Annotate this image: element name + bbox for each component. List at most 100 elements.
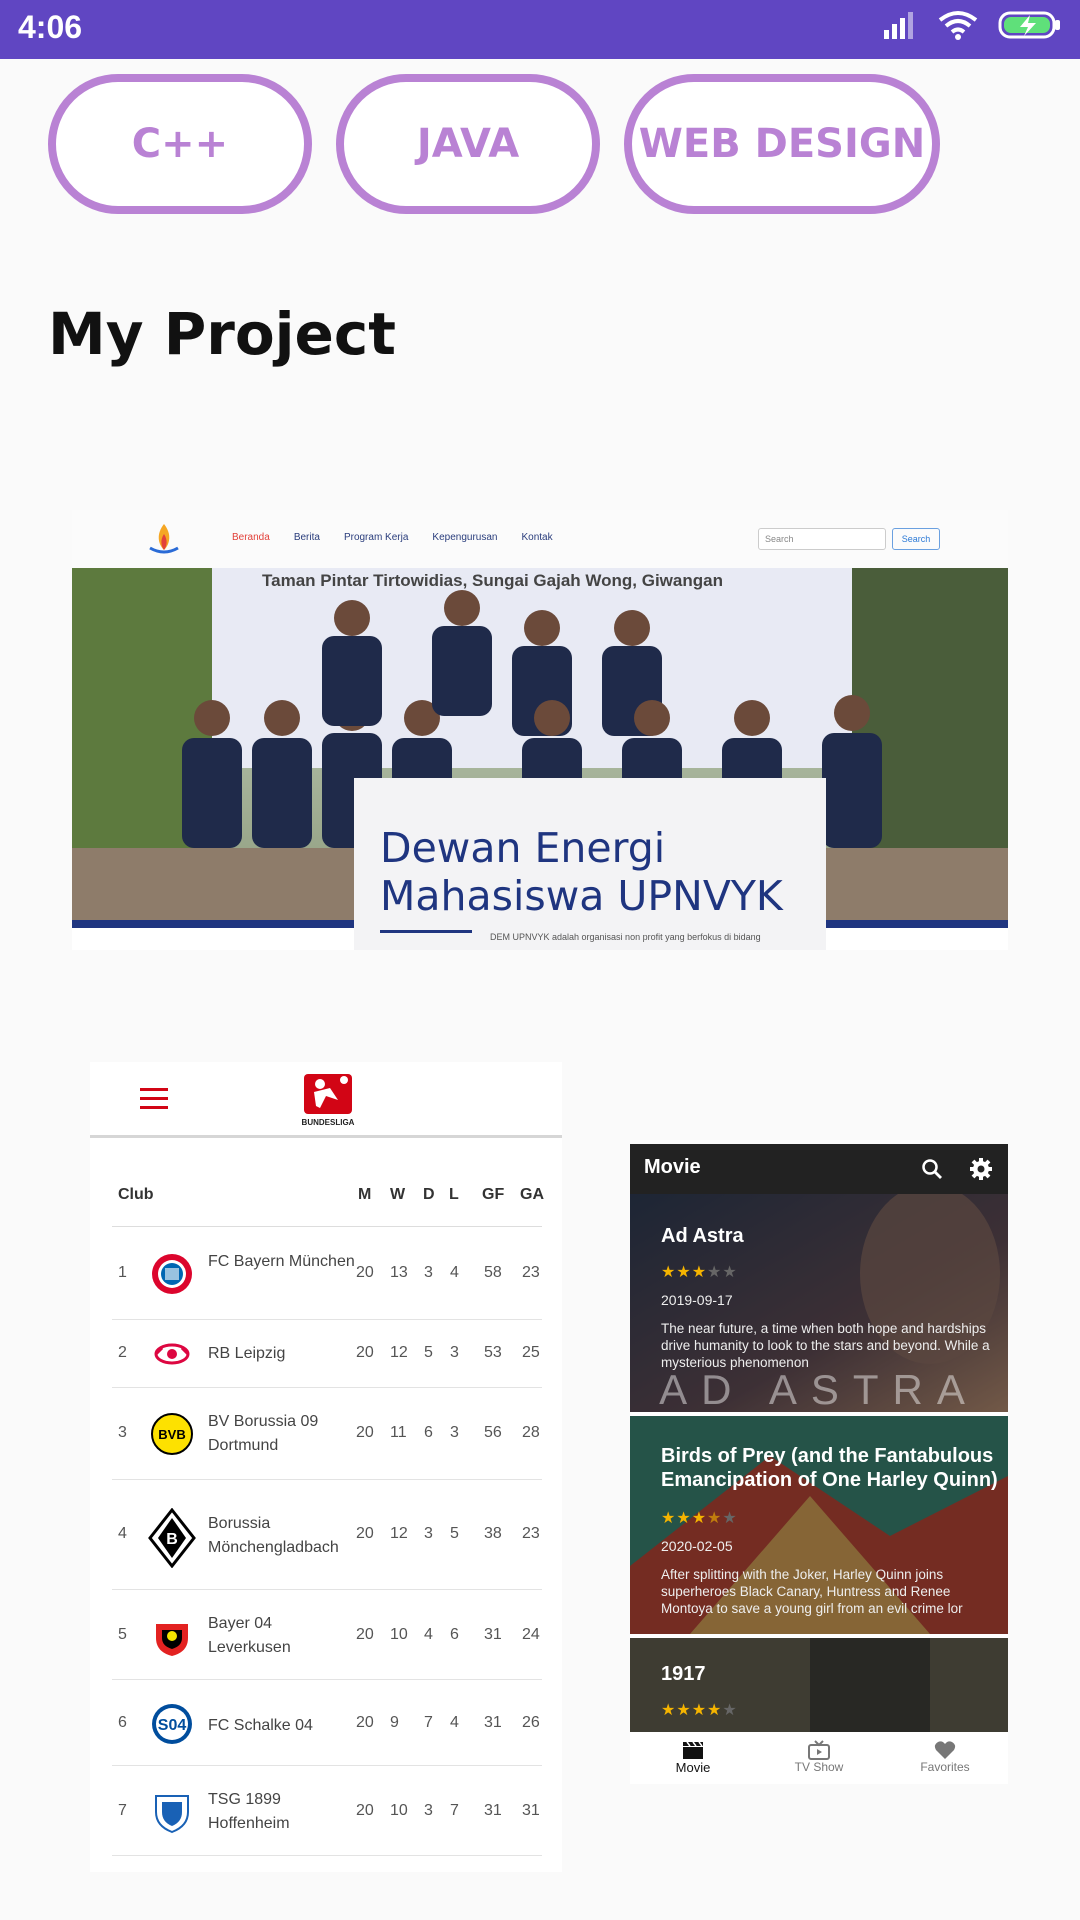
svg-text:S04: S04 — [158, 1717, 187, 1734]
w-cell: 10 — [390, 1626, 408, 1643]
battery-charging-icon — [998, 11, 1060, 39]
table-row[interactable]: 1 FC Bayern München 20 13 3 4 58 23 — [112, 1228, 542, 1320]
table-row[interactable]: 5 Bayer 04 Leverkusen 20 10 4 6 31 24 — [112, 1590, 542, 1680]
rank-cell: 5 — [118, 1626, 127, 1643]
rank-cell: 6 — [118, 1714, 127, 1731]
dortmund-crest-icon: BVB — [151, 1413, 193, 1455]
movie-card[interactable]: 1917 ★★★★★ — [630, 1638, 1008, 1732]
nav-tv-show-label: TV Show — [794, 1760, 844, 1774]
skill-pill-java[interactable]: JAVA — [336, 74, 600, 214]
l-cell: 3 — [450, 1344, 459, 1361]
wifi-icon — [938, 11, 978, 40]
rating-stars: ★★★★★ — [661, 1508, 738, 1527]
club-name: Borussia Mönchengladbach — [208, 1515, 339, 1556]
section-title: My Project — [48, 300, 396, 368]
gf-cell: 56 — [484, 1424, 502, 1441]
club-name: BV Borussia 09 Dortmund — [208, 1413, 319, 1454]
rank-cell: 7 — [118, 1802, 127, 1819]
website-navbar: Beranda Berita Program Kerja Kepengurusa… — [72, 510, 1008, 568]
w-cell: 10 — [390, 1802, 408, 1819]
nav-link-berita[interactable]: Berita — [294, 532, 320, 543]
movie-title: 1917 — [661, 1663, 706, 1685]
m-cell: 20 — [356, 1525, 374, 1542]
rating-stars: ★★★★★ — [661, 1700, 738, 1719]
m-cell: 20 — [356, 1424, 374, 1441]
gf-cell: 38 — [484, 1525, 502, 1542]
table-row[interactable]: 4 B Borussia Mönchengladbach 20 12 3 5 3… — [112, 1480, 542, 1590]
website-title-card: Dewan Energi Mahasiswa UPNVYK DEM UPNVYK… — [354, 778, 826, 950]
clapperboard-icon — [683, 1741, 703, 1759]
rank-cell: 4 — [118, 1525, 127, 1542]
l-cell: 4 — [450, 1264, 459, 1281]
website-search-button[interactable]: Search — [892, 528, 940, 550]
d-cell: 7 — [424, 1714, 433, 1731]
col-header-ga: GA — [520, 1186, 544, 1203]
website-search-input[interactable]: Search — [758, 528, 886, 550]
movie-app-title: Movie — [644, 1156, 701, 1178]
svg-text:B: B — [166, 1531, 178, 1548]
nav-link-program-kerja[interactable]: Program Kerja — [344, 532, 408, 543]
hamburger-menu-icon[interactable] — [140, 1088, 168, 1110]
table-row[interactable]: 6 S04 FC Schalke 04 20 9 7 4 31 26 — [112, 1680, 542, 1766]
movie-card[interactable]: AD ASTRA Ad Astra ★★★★★ 2019-09-17 The n… — [630, 1194, 1008, 1412]
col-header-gf: GF — [482, 1186, 505, 1203]
search-icon[interactable] — [920, 1157, 944, 1181]
d-cell: 3 — [424, 1525, 433, 1542]
project-movie-app-preview[interactable]: Movie AD ASTRA Ad Astra ★★★★★ 2019-09-17… — [630, 1144, 1008, 1784]
banner-text: Taman Pintar Tirtowidias, Sungai Gajah W… — [262, 571, 723, 590]
m-cell: 20 — [356, 1264, 374, 1281]
club-name: TSG 1899 Hoffenheim — [208, 1791, 290, 1832]
nav-link-kontak[interactable]: Kontak — [521, 532, 552, 543]
col-header-m: M — [358, 1186, 372, 1203]
project-website-preview[interactable]: Beranda Berita Program Kerja Kepengurusa… — [72, 510, 1008, 950]
table-row[interactable]: 2 RB Leipzig 20 12 5 3 53 25 — [112, 1320, 542, 1388]
m-cell: 20 — [356, 1344, 374, 1361]
col-header-d: D — [423, 1186, 435, 1203]
club-name: FC Schalke 04 — [208, 1717, 313, 1734]
l-cell: 4 — [450, 1714, 459, 1731]
table-row[interactable]: 7 TSG 1899 Hoffenheim 20 10 3 7 31 31 — [112, 1766, 542, 1856]
movie-bottom-nav: Movie TV Show Favorites — [630, 1732, 1008, 1784]
table-row[interactable]: 3 BVB BV Borussia 09 Dortmund 20 11 6 3 … — [112, 1388, 542, 1480]
movie-title: Birds of Prey (and the Fantabulous Emanc… — [661, 1445, 998, 1491]
status-time: 4:06 — [18, 9, 83, 45]
club-name: Bayer 04 Leverkusen — [208, 1615, 291, 1656]
skill-pill-web-design[interactable]: WEB DESIGN — [624, 74, 940, 214]
w-cell: 11 — [390, 1424, 407, 1441]
w-cell: 9 — [390, 1714, 399, 1731]
ga-cell: 24 — [522, 1626, 540, 1643]
nav-link-beranda[interactable]: Beranda — [232, 532, 270, 543]
signal-icon — [884, 12, 913, 39]
col-header-l: L — [449, 1186, 459, 1203]
gf-cell: 58 — [484, 1264, 502, 1281]
l-cell: 3 — [450, 1424, 459, 1441]
nav-movie[interactable]: Movie — [630, 1732, 756, 1784]
club-name: FC Bayern München — [208, 1253, 355, 1270]
nav-favorites[interactable]: Favorites — [882, 1732, 1008, 1784]
skill-pill-cpp[interactable]: C++ — [48, 74, 312, 214]
movie-desc: The near future, a time when both hope a… — [661, 1321, 990, 1370]
leverkusen-crest-icon — [156, 1624, 188, 1656]
d-cell: 3 — [424, 1264, 433, 1281]
status-bar: 4:06 — [0, 0, 1080, 59]
poster-title-text: AD ASTRA — [659, 1366, 979, 1412]
w-cell: 13 — [390, 1264, 408, 1281]
w-cell: 12 — [390, 1344, 408, 1361]
movie-app-toolbar: Movie — [630, 1144, 1008, 1194]
movie-card[interactable]: Birds of Prey (and the Fantabulous Emanc… — [630, 1416, 1008, 1634]
d-cell: 4 — [424, 1626, 433, 1643]
bundesliga-logo-text: BUNDESLIGA — [302, 1118, 355, 1127]
nav-link-kepengurusan[interactable]: Kepengurusan — [432, 532, 497, 543]
l-cell: 5 — [450, 1525, 459, 1542]
schalke-crest-icon: S04 — [152, 1704, 192, 1744]
ga-cell: 31 — [522, 1802, 540, 1819]
project-bundesliga-preview[interactable]: BUNDESLIGA Club M W D L GF GA 1 FC Bayer… — [90, 1062, 562, 1872]
l-cell: 6 — [450, 1626, 459, 1643]
gear-icon[interactable] — [968, 1156, 994, 1182]
movie-desc: After splitting with the Joker, Harley Q… — [661, 1567, 963, 1616]
m-cell: 20 — [356, 1626, 374, 1643]
heart-icon — [934, 1741, 956, 1759]
nav-tv-show[interactable]: TV Show — [756, 1732, 882, 1784]
ga-cell: 26 — [522, 1714, 540, 1731]
bayern-crest-icon — [152, 1254, 192, 1294]
